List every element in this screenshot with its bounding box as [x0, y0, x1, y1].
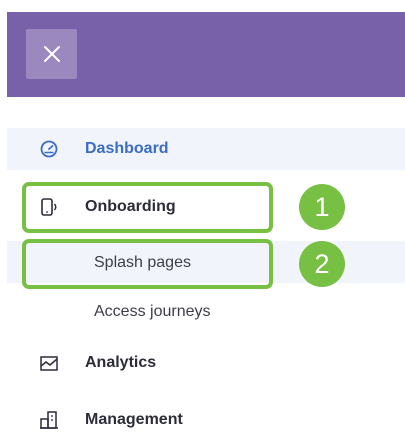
- speedometer-icon: [40, 140, 58, 158]
- sidebar-item-label: Management: [85, 411, 183, 428]
- close-icon: [43, 46, 60, 62]
- sidebar-item-dashboard[interactable]: Dashboard: [7, 128, 405, 170]
- sidebar-item-label: Analytics: [85, 354, 157, 371]
- step-badge-1: 1: [299, 184, 345, 230]
- highlight-box-splash-pages: [22, 239, 273, 289]
- sidebar-item-label: Dashboard: [85, 140, 169, 157]
- step-badge-2: 2: [299, 241, 345, 287]
- chart-icon: [40, 356, 58, 371]
- sidebar-subitem-label: Access journeys: [94, 303, 211, 320]
- sidebar-item-management[interactable]: Management: [7, 399, 405, 441]
- close-button[interactable]: [26, 29, 77, 79]
- sidebar-subitem-access-journeys[interactable]: Access journeys: [7, 290, 405, 332]
- highlight-box-onboarding: [22, 182, 273, 233]
- top-header-bar: [7, 12, 405, 97]
- building-icon: [40, 411, 58, 429]
- sidebar-item-analytics[interactable]: Analytics: [7, 342, 405, 384]
